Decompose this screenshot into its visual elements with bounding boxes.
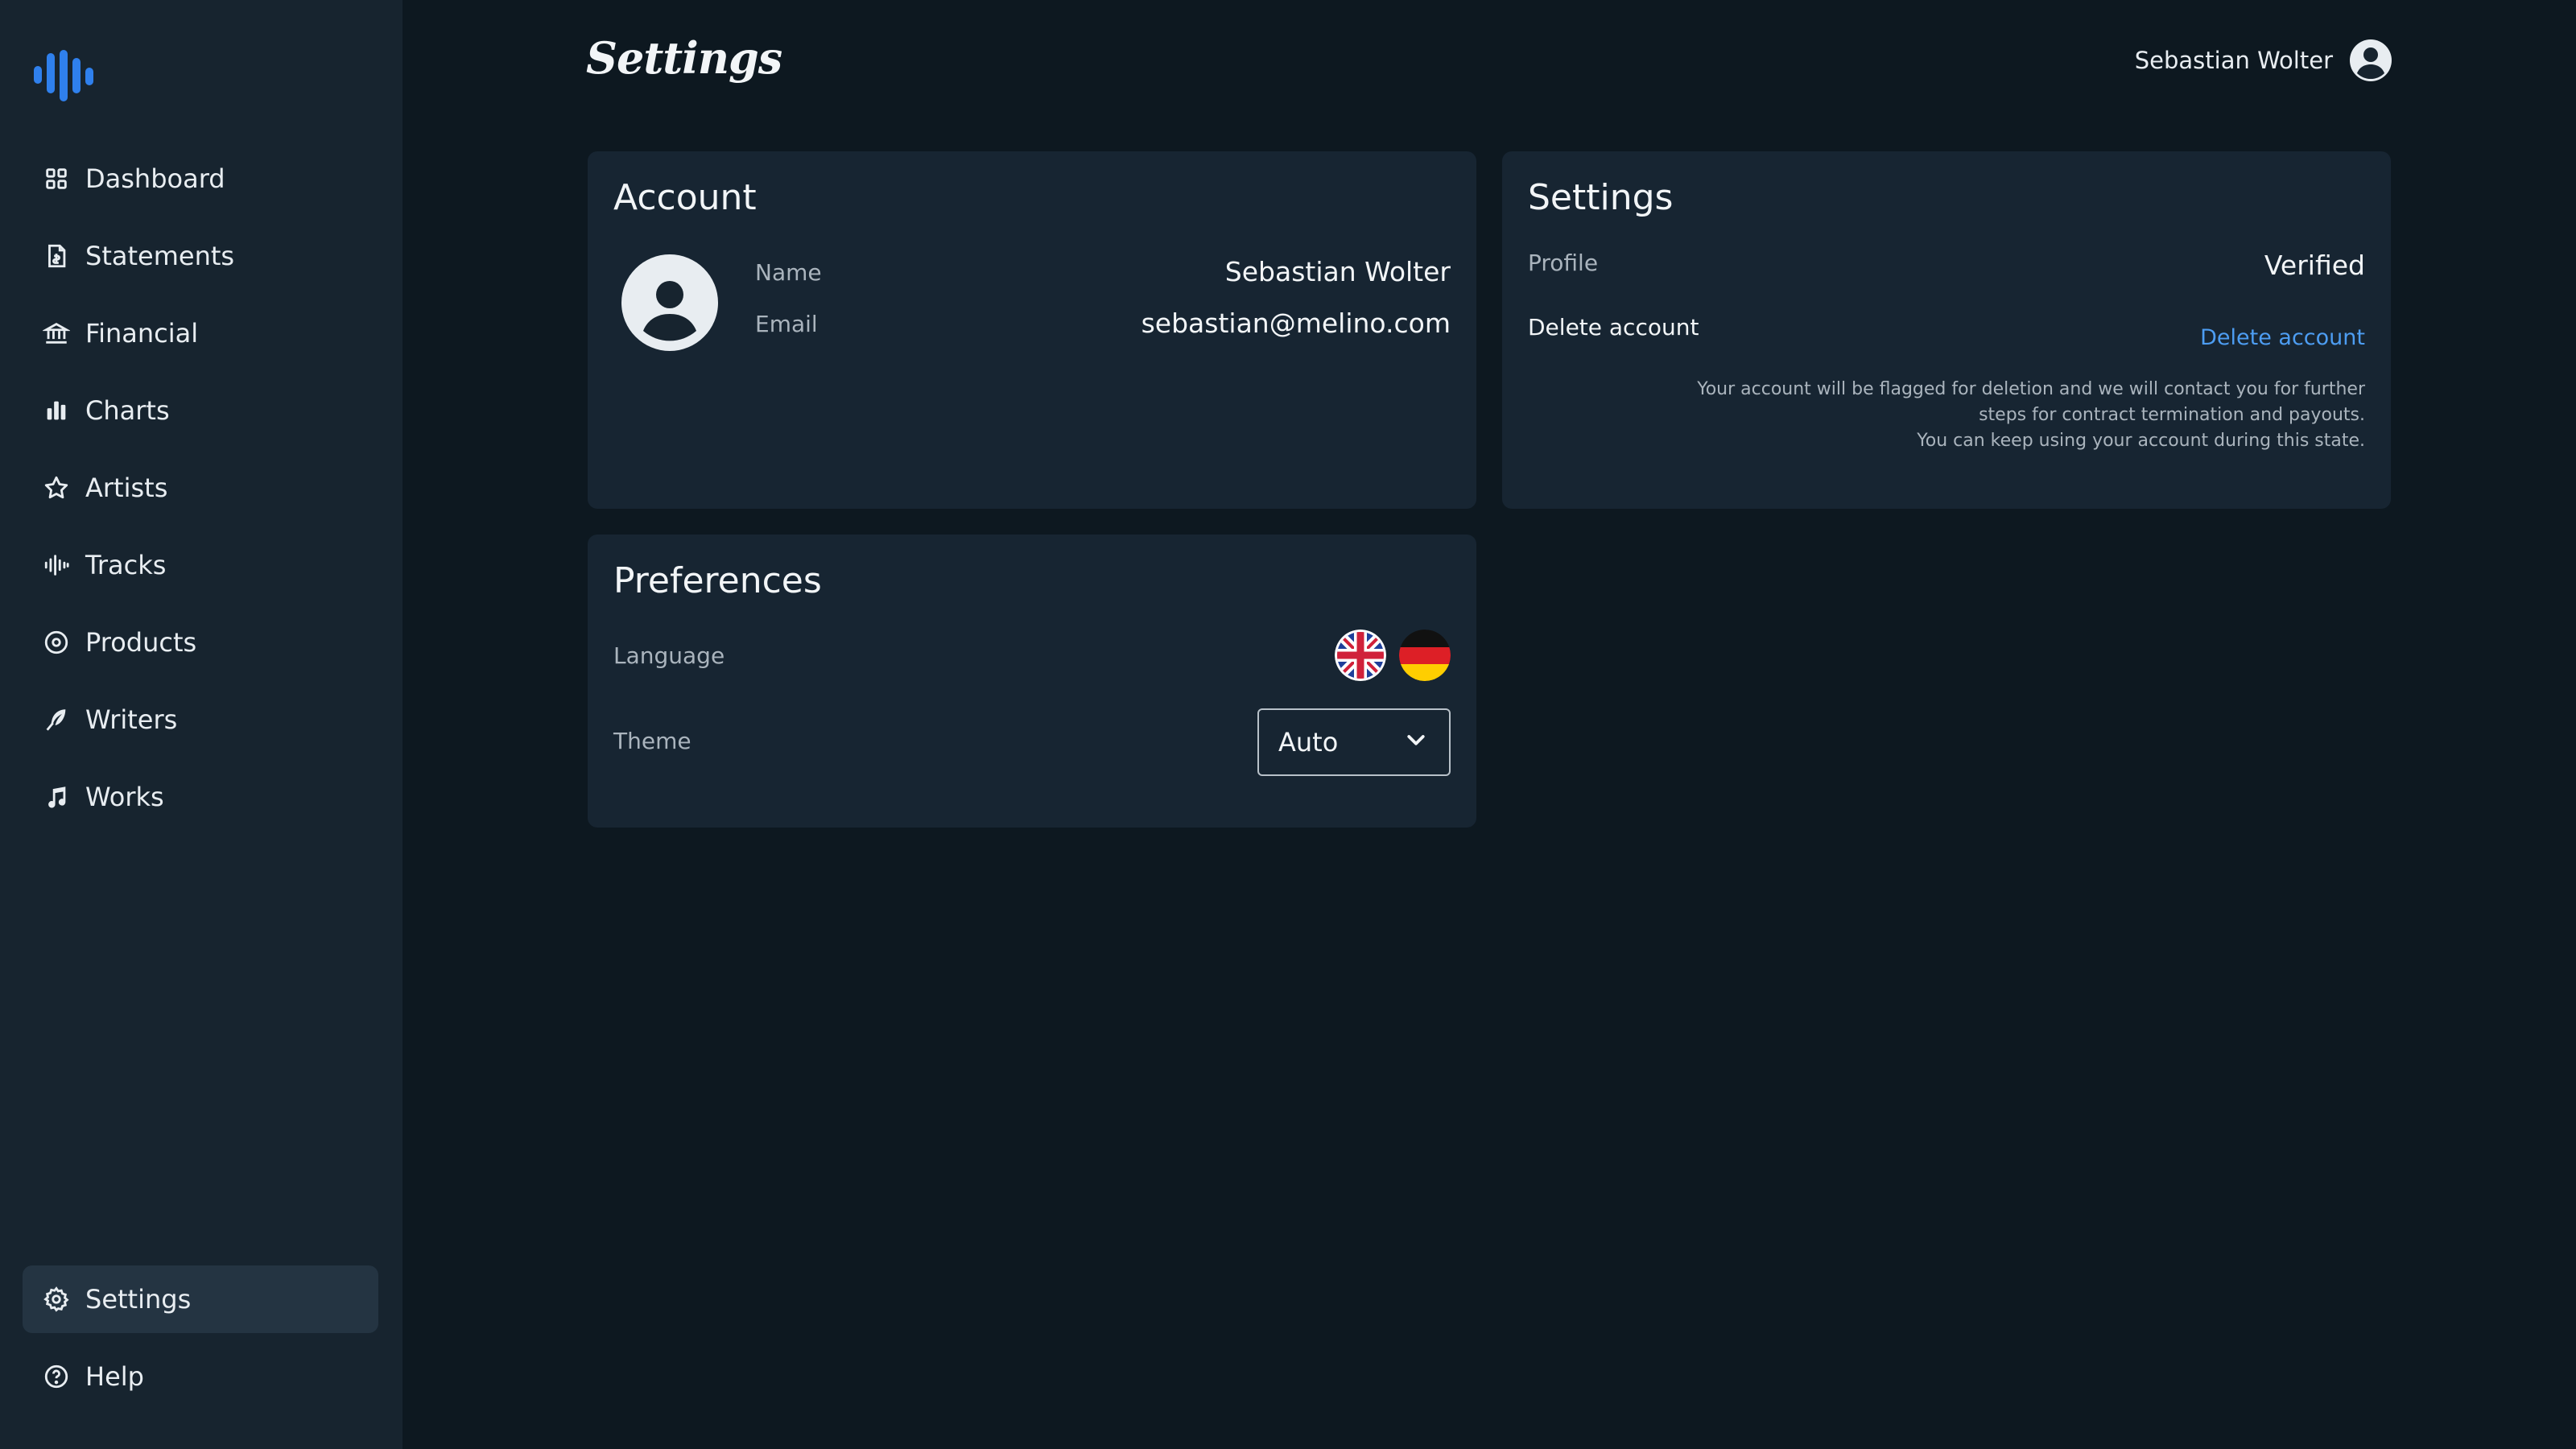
sidebar-item-label: Statements <box>85 241 235 271</box>
preferences-card: Preferences Language Theme Auto <box>588 535 1476 828</box>
delete-account-link[interactable]: Delete account <box>2200 325 2365 350</box>
music-note-icon <box>40 781 72 813</box>
germany-flag-icon[interactable] <box>1399 630 1451 681</box>
sidebar-item-label: Artists <box>85 473 168 503</box>
sidebar-item-writers[interactable]: Writers <box>23 686 378 753</box>
name-label: Name <box>755 259 822 286</box>
sidebar-item-dashboard[interactable]: Dashboard <box>23 145 378 213</box>
star-icon <box>40 472 72 504</box>
waveform-icon <box>40 549 72 581</box>
profile-status: Verified <box>2264 250 2365 281</box>
name-value: Sebastian Wolter <box>1224 256 1451 287</box>
bank-icon <box>40 317 72 349</box>
statement-icon <box>40 240 72 272</box>
sidebar-item-charts[interactable]: Charts <box>23 377 378 444</box>
account-card-title: Account <box>613 177 757 218</box>
chevron-down-icon <box>1404 729 1428 756</box>
sidebar-item-label: Tracks <box>85 550 167 580</box>
feather-icon <box>40 704 72 736</box>
delete-account-label: Delete account <box>1528 314 1699 341</box>
gear-icon <box>40 1283 72 1315</box>
disc-icon <box>40 626 72 658</box>
sidebar-item-financial[interactable]: Financial <box>23 299 378 367</box>
user-name: Sebastian Wolter <box>2134 47 2333 74</box>
profile-label: Profile <box>1528 250 1599 276</box>
sidebar-item-settings[interactable]: Settings <box>23 1265 378 1333</box>
theme-select[interactable]: Auto <box>1257 708 1451 776</box>
account-avatar-icon <box>621 254 718 351</box>
sidebar-item-statements[interactable]: Statements <box>23 222 378 290</box>
bar-chart-icon <box>40 394 72 427</box>
app-logo-icon[interactable] <box>34 50 93 101</box>
email-value: sebastian@melino.com <box>1141 308 1451 339</box>
sidebar-nav: Dashboard Statements Financial Charts Ar… <box>23 145 378 840</box>
sidebar-item-label: Works <box>85 782 164 812</box>
sidebar: Dashboard Statements Financial Charts Ar… <box>0 0 402 1449</box>
delete-notice-line: steps for contract termination and payou… <box>1979 405 2365 425</box>
language-label: Language <box>613 642 725 669</box>
delete-notice-line: Your account will be flagged for deletio… <box>1697 379 2365 399</box>
theme-label: Theme <box>613 728 691 754</box>
help-icon <box>40 1360 72 1393</box>
user-menu[interactable]: Sebastian Wolter <box>2135 39 2392 82</box>
delete-account-notice: Your account will be flagged for deletio… <box>1657 377 2365 454</box>
sidebar-item-label: Products <box>85 627 197 658</box>
sidebar-item-help[interactable]: Help <box>23 1343 378 1410</box>
sidebar-item-label: Charts <box>85 395 170 426</box>
uk-flag-icon[interactable] <box>1335 630 1386 681</box>
sidebar-item-tracks[interactable]: Tracks <box>23 531 378 599</box>
sidebar-bottom-nav: Settings Help <box>23 1265 378 1420</box>
dashboard-icon <box>40 163 72 195</box>
sidebar-item-label: Writers <box>85 704 178 735</box>
sidebar-item-products[interactable]: Products <box>23 609 378 676</box>
sidebar-item-label: Settings <box>85 1284 192 1315</box>
sidebar-item-label: Financial <box>85 318 199 349</box>
sidebar-item-artists[interactable]: Artists <box>23 454 378 522</box>
sidebar-item-label: Dashboard <box>85 163 225 194</box>
user-avatar-icon[interactable] <box>2349 39 2392 82</box>
delete-notice-line: You can keep using your account during t… <box>1917 431 2365 451</box>
settings-card-title: Settings <box>1528 177 1674 218</box>
sidebar-item-label: Help <box>85 1361 144 1392</box>
page-title: Settings <box>586 32 782 84</box>
theme-select-value: Auto <box>1278 727 1339 758</box>
account-card: Account Name Sebastian Wolter Email seba… <box>588 151 1476 509</box>
settings-card: Settings Profile Verified Delete account… <box>1502 151 2391 509</box>
preferences-card-title: Preferences <box>613 560 822 601</box>
language-selector <box>1335 630 1451 681</box>
email-label: Email <box>755 311 818 337</box>
sidebar-item-works[interactable]: Works <box>23 763 378 831</box>
